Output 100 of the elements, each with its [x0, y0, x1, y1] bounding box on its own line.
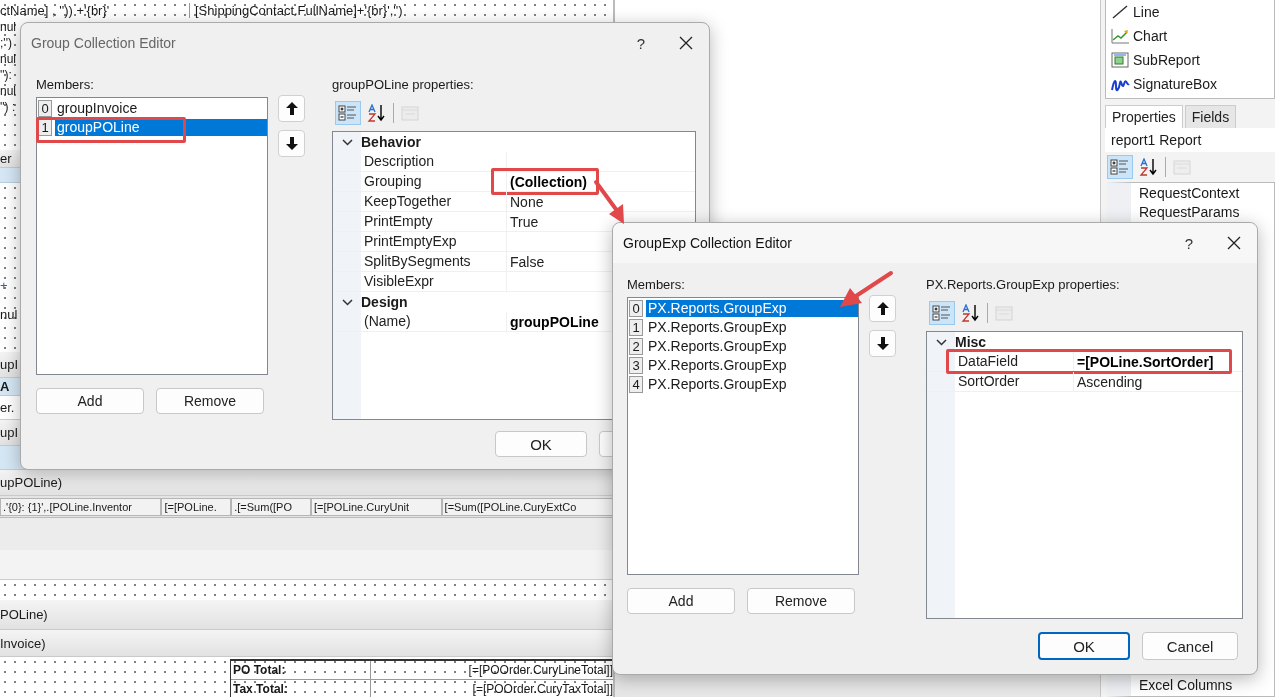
object-selector[interactable]: report1 Report — [1105, 128, 1275, 152]
property-value[interactable]: =[POLine.SortOrder] — [1074, 353, 1214, 370]
categorized-icon — [1110, 158, 1130, 176]
close-icon — [679, 36, 693, 50]
property-name: SplitBySegments — [361, 252, 507, 271]
property-name: VisibleExpr — [361, 272, 507, 291]
item-index: 3 — [629, 357, 643, 374]
category-name: Behavior — [361, 134, 421, 150]
total-label: PO Total: — [231, 661, 371, 679]
property-name: Description — [361, 152, 507, 171]
subreport-icon — [1110, 51, 1130, 69]
expression-text: ;'') — [0, 36, 12, 51]
move-down-button[interactable] — [278, 130, 305, 157]
move-up-button[interactable] — [869, 295, 896, 322]
properties-label: groupPOLine properties: — [332, 77, 474, 94]
property-name: PrintEmpty — [361, 212, 507, 231]
item-index: 4 — [629, 376, 643, 393]
property-name: Grouping — [361, 172, 507, 191]
property-name: KeepTogether — [361, 192, 507, 211]
members-label: Members: — [627, 277, 685, 294]
total-label: Tax Total: — [231, 680, 371, 697]
help-button[interactable]: ? — [1167, 233, 1211, 253]
dialog-button[interactable]: Remove — [156, 388, 264, 414]
member-item[interactable]: groupPOLine — [55, 119, 267, 136]
properties-label: PX.Reports.GroupExp properties: — [926, 277, 1120, 294]
property-name: PrintEmptyExp — [361, 232, 507, 251]
dialog-button[interactable]: Add — [627, 588, 735, 614]
expression-text: nul — [0, 52, 16, 67]
field-cell: [=[POLine. — [161, 497, 232, 516]
band-title: upPOLine) — [0, 475, 63, 490]
sort-icon — [367, 104, 387, 122]
categorized-icon — [338, 104, 358, 122]
help-button[interactable]: ? — [619, 33, 663, 53]
member-item[interactable]: PX.Reports.GroupExp — [646, 376, 858, 393]
category-name: Design — [361, 294, 408, 310]
categorized-icon — [932, 304, 952, 322]
expression-text: ctName] , '')) +'{br}' — [0, 2, 190, 18]
property-name: SortOrder — [955, 372, 1074, 391]
field-cell: .'{0}: {1}',.[POLine.Inventor — [0, 497, 162, 516]
member-item[interactable]: PX.Reports.GroupExp — [646, 300, 858, 317]
item-index: 0 — [38, 100, 52, 117]
arrow-up-icon — [285, 102, 298, 115]
expression-text: nul — [0, 20, 16, 35]
dialog-button[interactable]: Add — [36, 388, 144, 414]
property-value[interactable]: False — [507, 253, 545, 270]
member-item[interactable]: PX.Reports.GroupExp — [646, 338, 858, 355]
chevron-icon[interactable] — [341, 138, 353, 146]
total-value: [=[POOrder.CuryLineTotal]] — [467, 663, 613, 677]
band-title: POLine) — [0, 607, 48, 622]
band-title: upI — [0, 425, 19, 440]
expression-text: + — [0, 278, 8, 293]
column-header: A — [0, 379, 10, 394]
member-item[interactable]: groupInvoice — [55, 100, 267, 117]
property-name: RequestContext — [1138, 185, 1241, 203]
property-value[interactable]: True — [507, 213, 539, 230]
member-item[interactable]: PX.Reports.GroupExp — [646, 357, 858, 374]
panel-tab[interactable]: Properties — [1105, 105, 1183, 128]
move-up-button[interactable] — [278, 95, 305, 122]
toolbox-item[interactable]: Line — [1133, 4, 1160, 20]
chevron-icon[interactable] — [341, 298, 353, 306]
property-pages-icon — [1172, 158, 1192, 176]
expression-text: '') : — [0, 100, 16, 115]
annotation-arrow — [838, 270, 894, 310]
property-name: RequestParams — [1138, 204, 1241, 222]
dialog-button[interactable]: Cancel — [1142, 632, 1238, 660]
property-value[interactable]: None — [507, 193, 544, 210]
members-label: Members: — [36, 77, 94, 94]
field-cell: [=[POLine.CuryUnit — [311, 497, 442, 516]
toolbox-item[interactable]: SignatureBox — [1133, 76, 1218, 92]
dialog-button[interactable]: OK — [495, 431, 587, 457]
expression-text: nul — [0, 84, 16, 99]
chevron-icon[interactable] — [935, 338, 947, 346]
property-value[interactable]: groupPOLine — [507, 313, 599, 330]
arrow-down-icon — [285, 137, 298, 150]
sort-icon — [961, 304, 981, 322]
arrow-down-icon — [876, 337, 889, 350]
dialog-button[interactable]: Remove — [747, 588, 855, 614]
arrow-up-icon — [876, 302, 889, 315]
toolbox-item[interactable]: Chart — [1133, 28, 1168, 44]
field-cell: [=Sum([POLine.CuryExtCo — [441, 497, 613, 516]
band-title: er — [0, 151, 12, 166]
line-icon — [1110, 3, 1130, 21]
expression-text: ''): — [0, 68, 12, 83]
dialog-button[interactable]: OK — [1038, 632, 1130, 660]
field-cell: .[=Sum([PO — [231, 497, 311, 516]
window-title: GroupExp Collection Editor — [623, 235, 792, 251]
panel-tab[interactable]: Fields — [1184, 105, 1237, 128]
member-item[interactable]: PX.Reports.GroupExp — [646, 319, 858, 336]
property-value[interactable]: Ascending — [1074, 373, 1143, 390]
toolbox-item[interactable]: SubReport — [1133, 52, 1200, 68]
item-index: 1 — [629, 319, 643, 336]
item-index: 2 — [629, 338, 643, 355]
expression-text: [ShippingContact.FullName]+'{br}','') — [194, 2, 403, 18]
band-title: upI — [0, 357, 19, 372]
property-value[interactable]: (Collection) — [507, 173, 587, 190]
move-down-button[interactable] — [869, 330, 896, 357]
property-name: DataField — [955, 352, 1074, 371]
field-text: er. — [0, 400, 15, 415]
sort-icon — [1139, 158, 1159, 176]
band-title: Invoice) — [0, 635, 46, 651]
